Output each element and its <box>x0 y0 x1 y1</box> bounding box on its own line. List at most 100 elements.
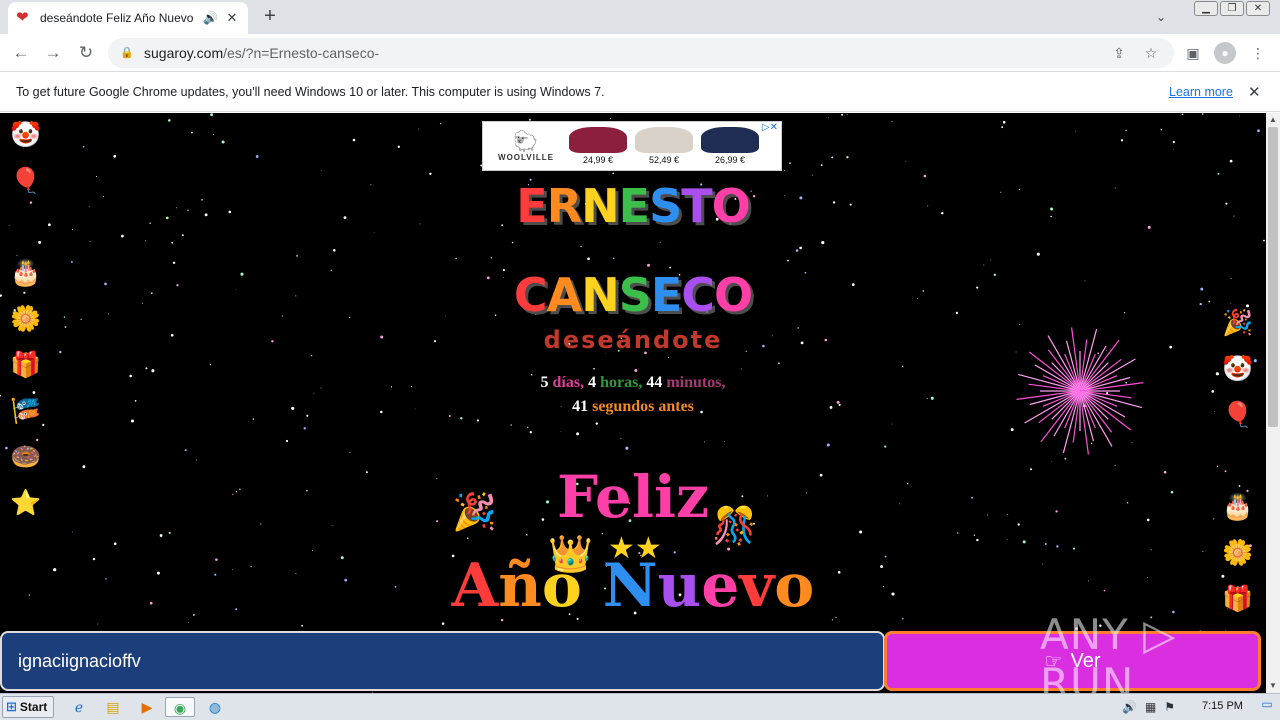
lock-icon[interactable]: 🔒 <box>120 46 134 60</box>
star-dot <box>891 121 893 122</box>
star-dot <box>789 162 791 164</box>
close-tab-icon[interactable]: ✕ <box>224 10 240 26</box>
star-dot <box>527 426 529 428</box>
star-dot <box>1217 172 1220 175</box>
page-scrollbar[interactable]: ▲ ▼ <box>1266 113 1280 693</box>
star-dot <box>1160 128 1163 131</box>
star-dot <box>184 449 187 452</box>
tab-search-chevron-icon[interactable]: ⌄ <box>1150 6 1172 28</box>
browser-tab[interactable]: ❤ deseándote Feliz Año Nuevo 20 🔊 ✕ <box>8 2 248 34</box>
star-dot <box>89 241 91 243</box>
close-window-button[interactable]: ✕ <box>1246 1 1270 16</box>
slipper-image <box>569 127 627 153</box>
minutes-label: minutos, <box>666 374 726 391</box>
star-dot <box>181 234 184 237</box>
star-dot <box>741 368 743 370</box>
star-dot <box>1075 130 1077 132</box>
show-desktop-icon[interactable]: ▭ <box>1258 697 1276 717</box>
feliz-title: Feliz <box>557 463 709 531</box>
name-input[interactable] <box>18 650 867 672</box>
internet-explorer-icon[interactable]: ℯ <box>68 697 90 717</box>
volume-icon[interactable]: 🔊 <box>1122 700 1137 714</box>
taskbar-clock[interactable]: 7:15 PM <box>1202 700 1243 712</box>
title-letter: N <box>581 268 619 322</box>
url-text[interactable]: sugaroy.com/es/?n=Ernesto-canseco- <box>144 45 1098 61</box>
ad-brand: 🐑 WOOLVILLE <box>491 131 561 162</box>
forward-arrow-icon[interactable]: → <box>40 40 66 66</box>
ad-product[interactable]: 52,49 € <box>635 127 693 165</box>
star-dot <box>313 392 315 394</box>
seconds-label: segundos antes <box>592 398 694 415</box>
star-dot <box>846 156 849 159</box>
star-dot <box>1056 545 1059 548</box>
profile-avatar-icon[interactable]: ● <box>1214 42 1236 64</box>
action-center-flag-icon[interactable]: ⚑ <box>1164 700 1175 714</box>
star-dot <box>1036 252 1040 256</box>
star-dot <box>1044 543 1047 545</box>
star-dot <box>787 259 789 262</box>
update-infobar: To get future Google Chrome updates, you… <box>0 72 1280 112</box>
star-dot <box>285 439 289 443</box>
restore-button[interactable]: ❐ <box>1220 1 1244 16</box>
title-letter: E <box>650 268 682 322</box>
title-letter: O <box>714 268 753 322</box>
title-letter: N <box>581 179 619 233</box>
title-letter: v <box>739 551 775 621</box>
star-dot <box>97 623 99 625</box>
title-letter: C <box>681 268 715 322</box>
star-dot <box>668 357 670 358</box>
learn-more-link[interactable]: Learn more <box>1169 85 1233 99</box>
back-arrow-icon[interactable]: ← <box>8 40 34 66</box>
star-dot <box>976 538 979 542</box>
star-dot <box>252 418 255 420</box>
scroll-down-arrow-icon[interactable]: ▼ <box>1266 679 1280 693</box>
slipper-image <box>701 127 759 153</box>
ad-product[interactable]: 24,99 € <box>569 127 627 165</box>
star-dot <box>983 264 985 266</box>
star-dot <box>296 255 298 257</box>
new-tab-button[interactable]: + <box>258 4 282 28</box>
star-dot <box>95 175 98 178</box>
share-icon[interactable]: ⇪ <box>1108 45 1130 62</box>
title-letter <box>582 551 603 621</box>
star-dot <box>1201 113 1204 115</box>
network-icon[interactable]: ▦ <box>1145 700 1156 714</box>
firework-ray <box>1079 390 1142 409</box>
star-dot <box>812 174 814 176</box>
star-dot <box>5 446 8 450</box>
first-name-title: ERNESTO <box>0 179 1266 233</box>
star-dot <box>190 131 193 134</box>
edge-icon[interactable]: ◍ <box>204 697 226 717</box>
scroll-up-arrow-icon[interactable]: ▲ <box>1266 113 1280 127</box>
infobar-close-icon[interactable]: ✕ <box>1248 83 1261 101</box>
menu-kebab-icon[interactable]: ⋮ <box>1247 42 1269 64</box>
star-dot <box>625 446 629 450</box>
star-dot <box>902 365 904 367</box>
ad-choices-close-icon[interactable]: ▷✕ <box>762 122 778 133</box>
scroll-thumb[interactable] <box>1268 127 1278 427</box>
star-dot <box>783 170 785 172</box>
file-explorer-icon[interactable]: ▤ <box>102 697 124 717</box>
star-dot <box>352 138 356 142</box>
media-player-icon[interactable]: ▶ <box>136 697 158 717</box>
star-dot <box>171 241 174 244</box>
name-input-container <box>0 631 885 691</box>
firework-ray <box>1018 373 1081 392</box>
ad-product[interactable]: 26,99 € <box>701 127 759 165</box>
star-dot <box>778 362 780 365</box>
star-dot <box>612 257 615 260</box>
chrome-taskbar-icon[interactable]: ◉ <box>165 697 195 717</box>
star-dot <box>511 241 514 244</box>
star-dot <box>580 245 582 247</box>
star-dot <box>821 241 825 245</box>
reload-icon[interactable]: ↻ <box>73 40 99 66</box>
title-letter: N <box>602 551 658 621</box>
minimize-button[interactable]: ▁ <box>1194 1 1218 16</box>
star-dot <box>1051 461 1053 462</box>
bookmark-star-icon[interactable]: ☆ <box>1140 45 1162 62</box>
advertisement-banner[interactable]: 🐑 WOOLVILLE 24,99 € 52,49 € 26,99 € ▷✕ <box>482 121 782 171</box>
side-panel-icon[interactable]: ▣ <box>1182 42 1204 64</box>
speaker-icon[interactable]: 🔊 <box>203 11 218 25</box>
start-button[interactable]: ⊞ Start <box>2 696 54 718</box>
address-bar[interactable]: 🔒 sugaroy.com/es/?n=Ernesto-canseco- ⇪ ☆ <box>108 38 1174 68</box>
